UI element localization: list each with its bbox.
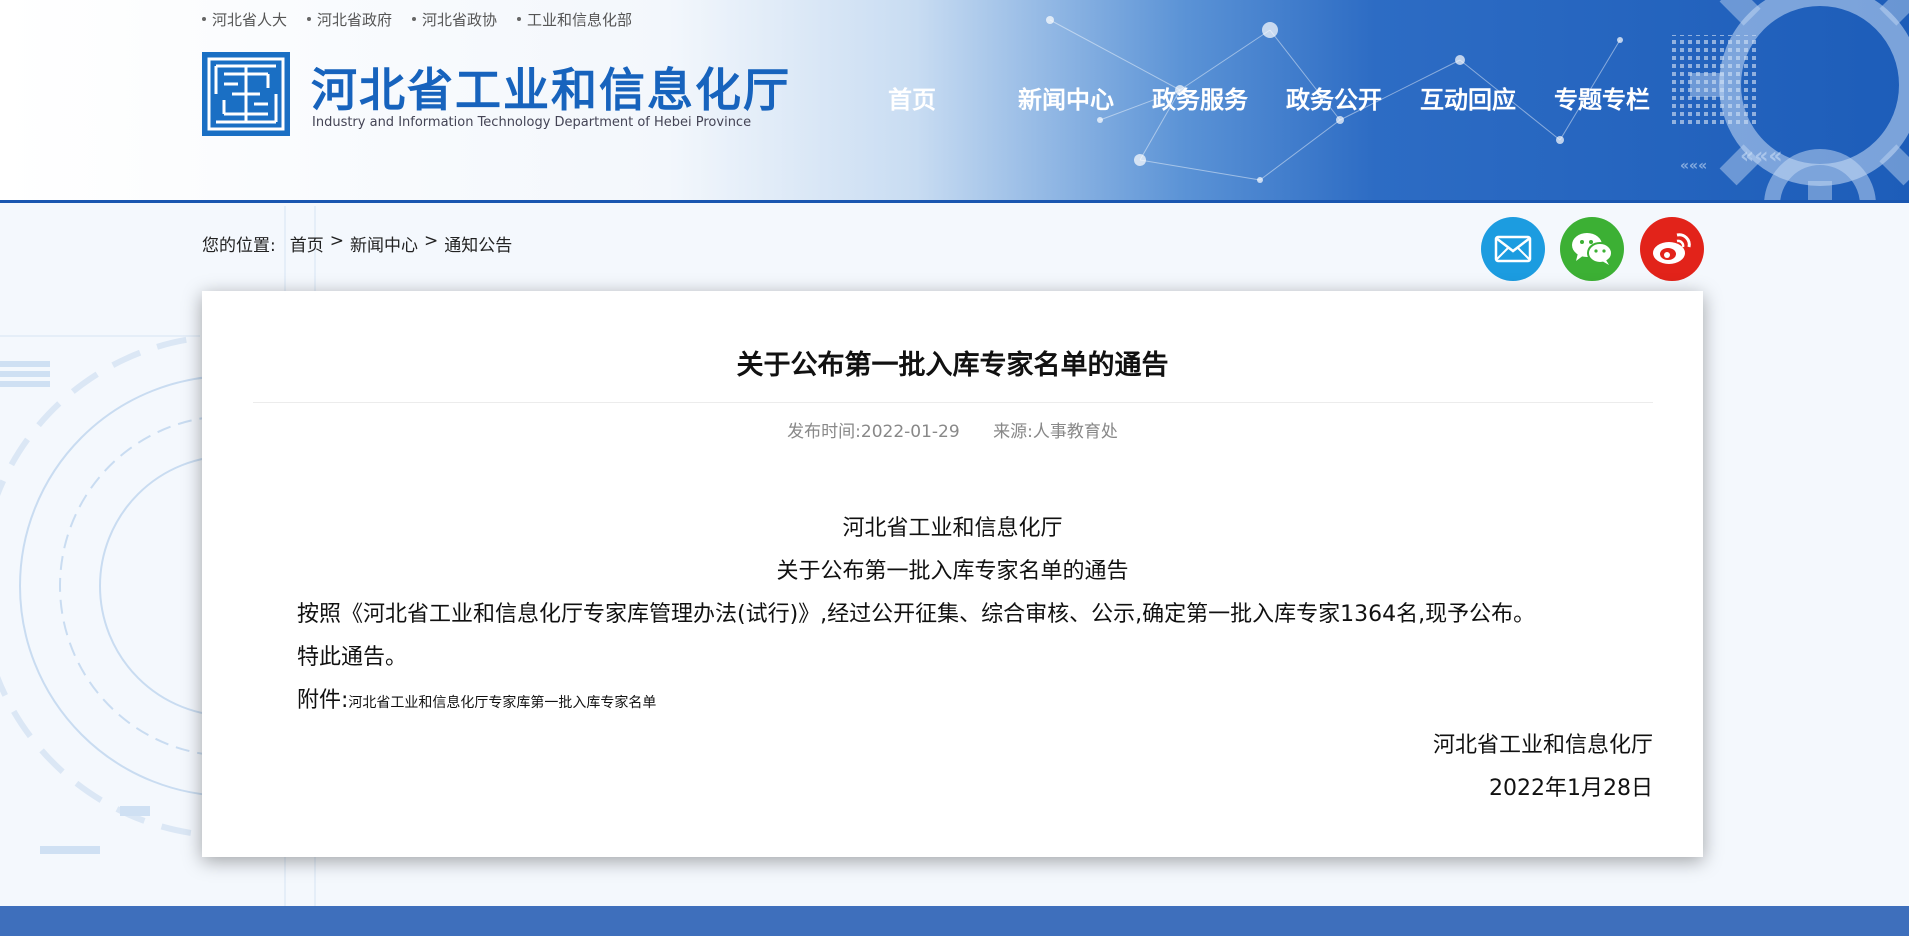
main-nav: 首页 新闻中心 政务服务 政务公开 互动回应 专题专栏 bbox=[880, 80, 1650, 115]
body-org-line: 河北省工业和信息化厅 bbox=[842, 516, 1063, 541]
breadcrumb-prefix: 您的位置: bbox=[202, 236, 276, 256]
breadcrumb: 您的位置: 首页 > 新闻中心 > 通知公告 bbox=[202, 231, 512, 256]
top-link[interactable]: 河北省人大 bbox=[202, 8, 287, 30]
wechat-icon bbox=[1572, 233, 1613, 265]
body-paragraph: 按照《河北省工业和信息化厅专家库管理办法(试行)》,经过公开征集、综合审核、公示… bbox=[297, 602, 1536, 627]
bullet-icon bbox=[202, 17, 206, 21]
svg-text:«««: ««« bbox=[1740, 144, 1783, 169]
nav-item-disclosure[interactable]: 政务公开 bbox=[1286, 80, 1382, 115]
nav-item-news[interactable]: 新闻中心 bbox=[1018, 80, 1114, 115]
top-links: 河北省人大 河北省政府 河北省政协 工业和信息化部 bbox=[202, 8, 632, 30]
breadcrumb-link-notices[interactable]: 通知公告 bbox=[444, 231, 512, 256]
email-icon bbox=[1494, 235, 1532, 263]
breadcrumb-link-home[interactable]: 首页 bbox=[290, 231, 324, 256]
share-wechat-button[interactable] bbox=[1560, 217, 1624, 281]
footer-bar bbox=[0, 906, 1909, 936]
attachment-row: 附件:河北省工业和信息化厅专家库第一批入库专家名单 bbox=[297, 682, 656, 714]
article-card: 关于公布第一批入库专家名单的通告 发布时间:2022-01-29 来源:人事教育… bbox=[202, 291, 1703, 857]
nav-item-home[interactable]: 首页 bbox=[888, 80, 936, 115]
attachment-label: 附件: bbox=[297, 688, 349, 713]
nav-item-services[interactable]: 政务服务 bbox=[1152, 80, 1248, 115]
body-heading-line: 关于公布第一批入库专家名单的通告 bbox=[776, 559, 1129, 584]
bullet-icon bbox=[412, 17, 417, 21]
svg-text:«««: ««« bbox=[1680, 158, 1707, 174]
bullet-icon bbox=[307, 17, 312, 21]
nav-item-special[interactable]: 专题专栏 bbox=[1554, 80, 1650, 115]
site-subtitle: Industry and Information Technology Depa… bbox=[312, 115, 752, 130]
attachment-link[interactable]: 河北省工业和信息化厅专家库第一批入库专家名单 bbox=[348, 695, 656, 711]
body-notice: 特此通告。 bbox=[297, 645, 408, 670]
article-title: 关于公布第一批入库专家名单的通告 bbox=[736, 350, 1169, 381]
article-source: 来源:人事教育处 bbox=[993, 422, 1118, 442]
share-weibo-button[interactable] bbox=[1640, 217, 1704, 281]
bullet-icon bbox=[517, 17, 522, 21]
publish-time: 发布时间:2022-01-29 bbox=[787, 422, 960, 442]
site-header: ««« ««« 河北省人大 河北省政府 河北省政协 工业和信息化部 河北省工业和… bbox=[0, 0, 1909, 203]
breadcrumb-link-news[interactable]: 新闻中心 bbox=[350, 231, 418, 256]
title-divider bbox=[253, 402, 1653, 403]
top-link[interactable]: 河北省政协 bbox=[412, 8, 497, 30]
signature-date: 2022年1月28日 bbox=[1489, 776, 1653, 801]
site-logo[interactable] bbox=[202, 52, 290, 136]
signature-org: 河北省工业和信息化厅 bbox=[1432, 733, 1653, 758]
top-link[interactable]: 工业和信息化部 bbox=[517, 8, 632, 30]
site-title[interactable]: 河北省工业和信息化厅 bbox=[311, 54, 791, 120]
weibo-icon bbox=[1653, 233, 1691, 264]
article-meta: 发布时间:2022-01-29 来源:人事教育处 bbox=[202, 417, 1703, 442]
breadcrumb-separator: > bbox=[329, 231, 344, 251]
nav-item-interaction[interactable]: 互动回应 bbox=[1420, 80, 1516, 115]
share-email-button[interactable] bbox=[1481, 217, 1545, 281]
breadcrumb-separator: > bbox=[423, 231, 439, 251]
top-link[interactable]: 河北省政府 bbox=[307, 8, 392, 30]
